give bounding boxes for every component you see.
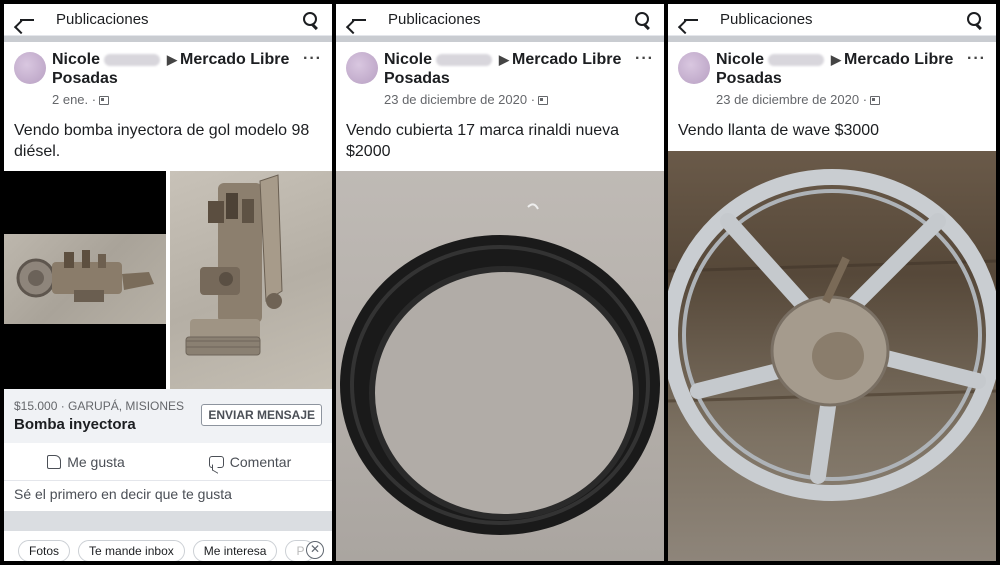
redacted-surname xyxy=(436,53,493,66)
post-panel-3: Publicaciones Nicole ▶ Mercado Libre Posad… xyxy=(668,4,996,561)
avatar[interactable] xyxy=(346,52,378,84)
author-name[interactable]: Nicole xyxy=(52,51,100,68)
photo-tire[interactable] xyxy=(336,171,664,561)
back-arrow-icon[interactable] xyxy=(350,11,368,29)
tire-drawing xyxy=(340,203,660,535)
post-header: Nicole ▶ Mercado Libre Posadas 23 de dicie… xyxy=(336,42,664,114)
top-bar: Publicaciones xyxy=(668,4,996,36)
post-date[interactable]: 23 de diciembre de 2020 · xyxy=(384,92,535,107)
pump-drawing-a xyxy=(16,250,154,302)
back-arrow-icon[interactable] xyxy=(682,11,700,29)
pump-photo-a xyxy=(4,234,166,324)
author-line: Nicole ▶ Mercado Libre Posadas xyxy=(716,50,960,88)
photo-wheel[interactable] xyxy=(668,151,996,561)
more-options-icon[interactable]: ··· xyxy=(303,50,322,68)
more-options-icon[interactable]: ··· xyxy=(967,50,986,68)
comment-label: Comentar xyxy=(229,453,292,470)
photo-pump-side[interactable] xyxy=(4,171,166,389)
quick-reply-chips: Fotos Te mande inbox Me interesa P xyxy=(18,540,316,561)
marketplace-listing[interactable]: $15.000 · GARUPÁ, MISIONES Bomba inyecto… xyxy=(4,389,332,443)
top-bar: Publicaciones xyxy=(336,4,664,36)
post-panel-1: Publicaciones Nicole ▶ Mercado Libre Posad… xyxy=(4,4,332,561)
chip-te-mande-inbox[interactable]: Te mande inbox xyxy=(78,540,185,561)
post-header: Nicole ▶ Mercado Libre Posadas 23 de dicie… xyxy=(668,42,996,114)
author-line: Nicole ▶ Mercado Libre Posadas xyxy=(52,50,296,88)
avatar[interactable] xyxy=(14,52,46,84)
post-text: Vendo cubierta 17 marca rinaldi nueva $2… xyxy=(346,122,620,160)
arrow-right-icon: ▶ xyxy=(831,52,842,67)
top-bar: Publicaciones xyxy=(4,4,332,36)
comment-icon xyxy=(208,455,224,468)
like-icon xyxy=(47,454,62,469)
send-message-button[interactable]: ENVIAR MENSAJE xyxy=(201,404,322,426)
post-date[interactable]: 23 de diciembre de 2020 · xyxy=(716,92,867,107)
close-icon[interactable]: ✕ xyxy=(306,541,324,559)
arrow-right-icon: ▶ xyxy=(167,52,178,67)
like-label: Me gusta xyxy=(67,453,125,470)
group-privacy-icon xyxy=(870,96,881,106)
post-images xyxy=(4,171,332,389)
redacted-surname xyxy=(768,53,825,66)
photo-pump-upright[interactable] xyxy=(170,171,332,389)
author-name[interactable]: Nicole xyxy=(384,51,432,68)
group-privacy-icon xyxy=(538,96,549,106)
post-text: Vendo bomba inyectora de gol modelo 98 d… xyxy=(14,122,310,160)
group-privacy-icon xyxy=(99,96,110,106)
wheel-drawing xyxy=(668,169,996,501)
post-date[interactable]: 2 ene. · xyxy=(52,92,96,107)
post-date-line: 23 de diciembre de 2020 · xyxy=(384,92,549,107)
comment-button[interactable]: Comentar xyxy=(168,443,332,480)
back-arrow-icon[interactable] xyxy=(18,11,36,29)
author-line: Nicole ▶ Mercado Libre Posadas xyxy=(384,50,628,88)
search-icon[interactable] xyxy=(966,11,984,29)
author-name[interactable]: Nicole xyxy=(716,51,764,68)
post-header: Nicole ▶ Mercado Libre Posadas 2 ene. · ··… xyxy=(4,42,332,114)
more-options-icon[interactable]: ··· xyxy=(635,50,654,68)
topbar-title: Publicaciones xyxy=(388,11,481,28)
topbar-title: Publicaciones xyxy=(720,11,813,28)
first-like-text: Sé el primero en decir que te gusta xyxy=(14,486,232,502)
search-icon[interactable] xyxy=(302,11,320,29)
post-date-line: 2 ene. · xyxy=(52,92,110,107)
post-panel-2: Publicaciones Nicole ▶ Mercado Libre Posad… xyxy=(336,4,664,561)
post-text: Vendo llanta de wave $3000 xyxy=(678,122,880,139)
comment-input-area[interactable] xyxy=(4,511,332,531)
like-button[interactable]: Me gusta xyxy=(4,443,168,480)
arrow-right-icon: ▶ xyxy=(499,52,510,67)
post-actions: Me gusta Comentar xyxy=(4,443,332,481)
chip-me-interesa[interactable]: Me interesa xyxy=(192,540,278,561)
redacted-surname xyxy=(104,53,161,66)
post-date-line: 23 de diciembre de 2020 · xyxy=(716,92,881,107)
pump-drawing-b xyxy=(185,174,283,356)
chip-fotos[interactable]: Fotos xyxy=(18,540,71,561)
topbar-title: Publicaciones xyxy=(56,11,149,28)
search-icon[interactable] xyxy=(634,11,652,29)
avatar[interactable] xyxy=(678,52,710,84)
